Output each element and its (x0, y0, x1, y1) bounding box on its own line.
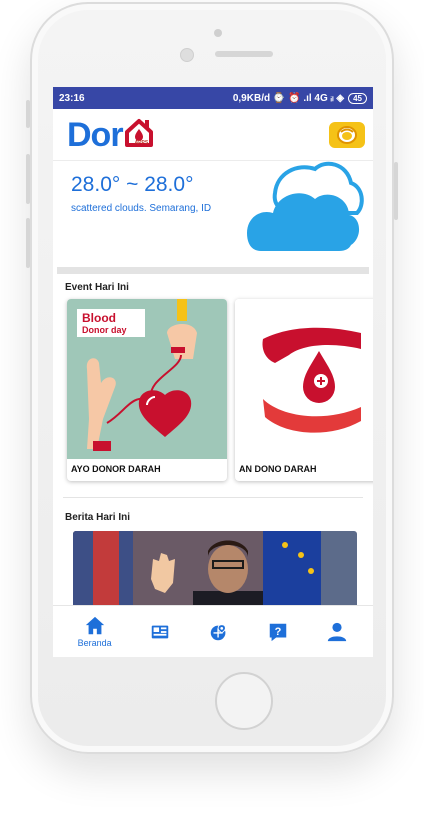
logo-subtext: APPS (134, 139, 149, 146)
status-bar: 23:16 0,9KB/d ⌚ ⏰ .ıl 4G ᵢₗ ◈ 45 (53, 87, 373, 109)
nav-location[interactable] (208, 621, 230, 643)
help-icon: ? (269, 623, 287, 641)
nav-beranda-label: Beranda (77, 638, 112, 648)
profile-icon (328, 622, 347, 641)
home-button[interactable] (215, 672, 273, 730)
volume-down-button (26, 218, 30, 268)
event-card[interactable]: AN DONO DARAH (235, 299, 373, 481)
blood-drop-hands-image (235, 299, 373, 459)
logo-house-icon: APPS (124, 118, 154, 148)
front-camera (180, 48, 194, 62)
app-screen: 23:16 0,9KB/d ⌚ ⏰ .ıl 4G ᵢₗ ◈ 45 Dor APP… (53, 87, 373, 657)
nav-news[interactable] (149, 621, 171, 643)
newspaper-icon (151, 625, 169, 638)
cloud-icon (247, 161, 364, 251)
news-title: Berita Hari Ini (65, 512, 131, 523)
home-icon (85, 616, 104, 635)
events-carousel[interactable]: Blood Donor day AYO DONOR DARAH AN DONO … (53, 293, 373, 481)
logo-text: Dor (67, 115, 124, 154)
news-photo (73, 531, 321, 609)
bottom-navigation: Beranda ? (53, 605, 373, 657)
status-indicators: 0,9KB/d ⌚ ⏰ .ıl 4G ᵢₗ ◈ (232, 92, 345, 104)
nav-help[interactable]: ? (267, 621, 289, 643)
battery-indicator: 45 (348, 92, 367, 104)
events-title: Event Hari Ini (65, 282, 129, 293)
app-header: Dor APPS (53, 109, 373, 161)
nav-profile[interactable] (326, 621, 348, 643)
svg-text:?: ? (275, 625, 282, 637)
event-card[interactable]: Blood Donor day AYO DONOR DARAH (67, 299, 227, 481)
power-button (394, 162, 398, 220)
section-divider (57, 267, 369, 274)
news-image[interactable] (73, 531, 357, 609)
donation-illustration (86, 299, 197, 451)
event-card-title: AYO DONOR DARAH (71, 464, 161, 474)
nav-beranda[interactable]: Beranda (78, 615, 112, 648)
events-section: Event Hari Ini Blood Donor day AYO DONOR… (53, 274, 373, 481)
event-card-title: AN DONO DARAH (239, 464, 317, 474)
app-logo: Dor APPS (67, 118, 154, 152)
blood-donor-day-image: Blood Donor day (67, 299, 227, 459)
blood-drop-hands-illustration (262, 327, 361, 433)
status-time: 23:16 (59, 92, 85, 104)
volume-up-button (26, 154, 30, 204)
weather-widget[interactable]: 28.0° ~ 28.0° scattered clouds. Semarang… (53, 161, 373, 267)
mute-switch (26, 100, 30, 128)
ring-icon[interactable] (329, 121, 365, 148)
earpiece-speaker (215, 51, 273, 57)
location-icon (210, 623, 226, 640)
news-section: Berita Hari Ini (53, 498, 373, 609)
proximity-sensor (214, 29, 222, 37)
